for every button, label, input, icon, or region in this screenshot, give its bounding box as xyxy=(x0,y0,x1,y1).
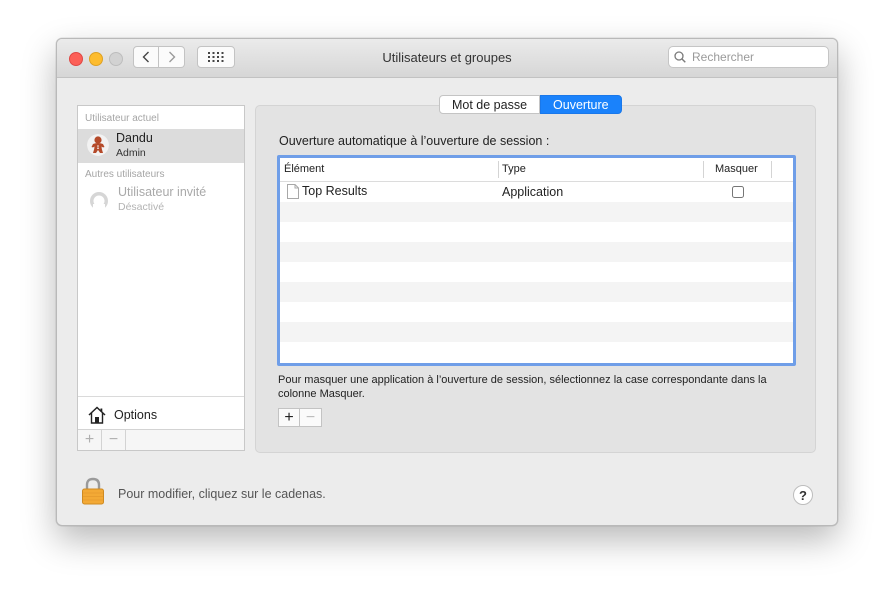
remove-user-button[interactable]: − xyxy=(102,430,126,450)
search-icon xyxy=(674,51,686,63)
table-row-empty xyxy=(280,202,793,222)
guest-user-status: Désactivé xyxy=(118,201,165,213)
table-row[interactable]: Top Results Application xyxy=(280,182,793,202)
hide-checkbox[interactable] xyxy=(732,186,744,198)
lock-icon xyxy=(82,477,104,505)
item-name: Top Results xyxy=(302,184,368,198)
table-row-empty xyxy=(280,242,793,262)
add-login-item-button[interactable]: + xyxy=(278,408,300,427)
column-separator xyxy=(703,161,704,178)
tab-password[interactable]: Mot de passe xyxy=(439,95,541,114)
system-preferences-window: Utilisateurs et groupes Utilisateur actu… xyxy=(56,38,838,526)
title-bar: Utilisateurs et groupes xyxy=(57,39,837,78)
tab-login-items[interactable]: Ouverture xyxy=(540,95,622,114)
column-header-hide[interactable]: Masquer xyxy=(715,163,758,175)
lock-button[interactable] xyxy=(81,477,105,505)
item-type: Application xyxy=(502,185,564,199)
column-separator xyxy=(771,161,772,178)
column-header-type[interactable]: Type xyxy=(502,163,526,175)
lock-message: Pour modifier, cliquez sur le cadenas. xyxy=(118,487,326,501)
table-row-empty xyxy=(280,282,793,302)
login-items-heading: Ouverture automatique à l’ouverture de s… xyxy=(279,134,550,148)
guest-user-name: Utilisateur invité xyxy=(118,185,207,199)
search-field[interactable] xyxy=(668,46,829,68)
login-options-item[interactable]: Options xyxy=(78,396,244,432)
table-row-empty xyxy=(280,322,793,342)
search-input[interactable] xyxy=(690,49,824,65)
column-separator xyxy=(498,161,499,178)
user-row-guest[interactable]: Utilisateur invité Désactivé xyxy=(78,183,244,217)
remove-login-item-button[interactable]: − xyxy=(300,408,322,427)
login-items-plus-minus: + − xyxy=(278,408,322,427)
table-row-empty xyxy=(280,262,793,282)
options-label: Options xyxy=(114,407,158,422)
table-header: Élément Type Masquer xyxy=(280,158,793,182)
document-icon xyxy=(287,184,299,199)
add-user-button[interactable]: + xyxy=(78,430,102,450)
table-row-empty xyxy=(280,302,793,322)
user-role: Admin xyxy=(116,147,146,159)
user-name: Dandu xyxy=(116,131,153,145)
house-icon xyxy=(88,405,106,424)
tab-bar: Mot de passe Ouverture xyxy=(439,95,622,116)
gingerbread-avatar-icon xyxy=(87,134,109,156)
table-row-empty xyxy=(280,342,793,362)
help-button[interactable]: ? xyxy=(793,485,813,505)
hide-hint-text: Pour masquer une application à l’ouvertu… xyxy=(278,374,767,400)
users-plus-minus-bar: + − xyxy=(78,429,244,450)
users-list-panel: Utilisateur actuel Dandu Admin Autres ut… xyxy=(77,105,245,451)
table-row-empty xyxy=(280,222,793,242)
guest-user-icon xyxy=(90,192,108,211)
login-items-table[interactable]: Élément Type Masquer Top Results Applica… xyxy=(277,155,796,366)
current-user-heading: Utilisateur actuel xyxy=(85,113,159,124)
other-users-heading: Autres utilisateurs xyxy=(85,169,165,180)
user-row-dandu[interactable]: Dandu Admin xyxy=(78,129,244,163)
column-header-item[interactable]: Élément xyxy=(284,163,324,175)
